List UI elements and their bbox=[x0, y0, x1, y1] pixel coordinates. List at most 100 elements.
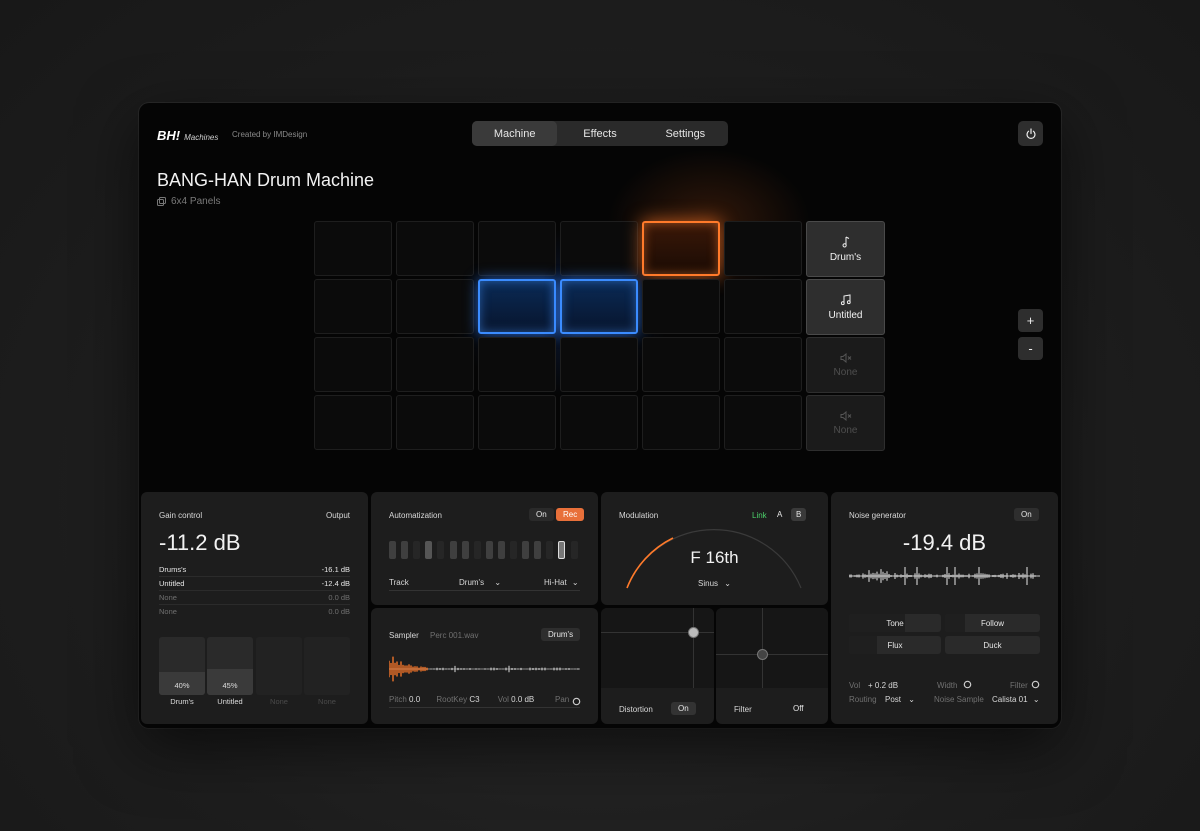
step-15[interactable] bbox=[558, 541, 566, 559]
tab-machine[interactable]: Machine bbox=[472, 121, 558, 146]
rootkey-value[interactable]: C3 bbox=[469, 695, 479, 704]
pad-r1-c2[interactable] bbox=[396, 221, 474, 276]
step-6[interactable] bbox=[449, 541, 457, 559]
pad-r3-c3[interactable] bbox=[478, 337, 556, 392]
pan-knob-icon[interactable] bbox=[572, 697, 581, 706]
step-14[interactable] bbox=[546, 541, 554, 559]
noise-vol-value[interactable]: + 0.2 dB bbox=[868, 681, 898, 690]
pad-r1-c5[interactable] bbox=[642, 221, 720, 276]
automation-on-toggle[interactable]: On bbox=[529, 508, 554, 521]
fader-untitled[interactable]: 45% bbox=[207, 637, 253, 695]
track-button-none-1[interactable]: None bbox=[806, 337, 885, 393]
sampler-track-button[interactable]: Drum's bbox=[541, 628, 581, 641]
pad-r2-c6[interactable] bbox=[724, 279, 802, 334]
routing-value: Post bbox=[885, 695, 902, 704]
distortion-toggle[interactable]: On bbox=[671, 702, 696, 715]
width-knob-icon[interactable] bbox=[963, 680, 972, 689]
pad-r3-c1[interactable] bbox=[314, 337, 392, 392]
track-select[interactable]: Drum's ⌄ bbox=[459, 578, 501, 587]
pad-r2-c3[interactable] bbox=[478, 279, 556, 334]
sampler-panel: Sampler Perc 001.wav Drum's Pitch 0.0 Ro… bbox=[371, 608, 598, 724]
step-7[interactable] bbox=[461, 541, 469, 559]
pitch-value[interactable]: 0.0 bbox=[409, 695, 420, 704]
automation-title: Automatization bbox=[389, 511, 442, 520]
step-3[interactable] bbox=[413, 541, 421, 559]
pad-r1-c6[interactable] bbox=[724, 221, 802, 276]
noise-title: Noise generator bbox=[849, 511, 906, 520]
step-10[interactable] bbox=[497, 541, 505, 559]
track-button-drums[interactable]: Drum's bbox=[806, 221, 885, 277]
pad-r2-c5[interactable] bbox=[642, 279, 720, 334]
step-13[interactable] bbox=[534, 541, 542, 559]
tone-button[interactable]: Tone bbox=[849, 614, 941, 632]
instrument-select[interactable]: Hi-Hat ⌄ bbox=[544, 578, 579, 587]
pad-r3-c2[interactable] bbox=[396, 337, 474, 392]
track-label: Track bbox=[389, 578, 409, 587]
follow-button[interactable]: Follow bbox=[945, 614, 1040, 632]
zoom-in-button[interactable]: + bbox=[1018, 309, 1043, 332]
pad-r4-c2[interactable] bbox=[396, 395, 474, 450]
rec-button[interactable]: Rec bbox=[556, 508, 585, 521]
pad-r2-c1[interactable] bbox=[314, 279, 392, 334]
xy-handle[interactable] bbox=[757, 649, 768, 660]
noise-sample-select[interactable]: Calista 01 ⌄ bbox=[992, 695, 1040, 704]
fader-none-1[interactable] bbox=[256, 637, 302, 695]
zoom-out-button[interactable]: - bbox=[1018, 337, 1043, 360]
pad-r3-c6[interactable] bbox=[724, 337, 802, 392]
step-1[interactable] bbox=[389, 541, 396, 559]
pad-r4-c5[interactable] bbox=[642, 395, 720, 450]
xy-v-line bbox=[762, 608, 763, 688]
pad-r2-c2[interactable] bbox=[396, 279, 474, 334]
pad-r1-c3[interactable] bbox=[478, 221, 556, 276]
chevron-down-icon: ⌄ bbox=[571, 578, 579, 587]
flux-button[interactable]: Flux bbox=[849, 636, 941, 654]
pad-r4-c1[interactable] bbox=[314, 395, 392, 450]
filter-knob-icon[interactable] bbox=[1031, 680, 1040, 689]
pad-r4-c6[interactable] bbox=[724, 395, 802, 450]
pad-r4-c3[interactable] bbox=[478, 395, 556, 450]
fader-none-2[interactable] bbox=[304, 637, 350, 695]
step-2[interactable] bbox=[401, 541, 409, 559]
track-label: None bbox=[833, 366, 858, 378]
pad-r3-c5[interactable] bbox=[642, 337, 720, 392]
sampler-vol-value[interactable]: 0.0 dB bbox=[511, 695, 534, 704]
track-button-untitled[interactable]: Untitled bbox=[806, 279, 885, 335]
step-9[interactable] bbox=[485, 541, 493, 559]
pad-r1-c4[interactable] bbox=[560, 221, 638, 276]
distortion-xy-pad[interactable] bbox=[601, 608, 714, 688]
copy-icon bbox=[157, 197, 166, 206]
filter-xy-pad[interactable] bbox=[716, 608, 828, 688]
tab-settings[interactable]: Settings bbox=[643, 121, 728, 146]
noise-vol-label: Vol bbox=[849, 681, 861, 690]
power-button[interactable] bbox=[1018, 121, 1043, 146]
sampler-file: Perc 001.wav bbox=[430, 631, 479, 640]
xy-handle[interactable] bbox=[688, 627, 699, 638]
routing-select[interactable]: Post ⌄ bbox=[885, 695, 915, 704]
noise-sample-label: Noise Sample bbox=[934, 695, 984, 704]
pad-r2-c4[interactable] bbox=[560, 279, 638, 334]
pad-r1-c1[interactable] bbox=[314, 221, 392, 276]
noise-value: -19.4 dB bbox=[902, 530, 987, 555]
step-16[interactable] bbox=[570, 541, 578, 559]
xy-v-line bbox=[693, 608, 694, 688]
wave-select[interactable]: Sinus ⌄ bbox=[601, 579, 828, 588]
filter-panel: Filter Off bbox=[716, 608, 828, 724]
track-label: Drum's bbox=[829, 251, 862, 263]
duck-button[interactable]: Duck bbox=[945, 636, 1040, 654]
fader-name: Drum's bbox=[170, 697, 194, 706]
step-5[interactable] bbox=[437, 541, 445, 559]
filter-toggle[interactable]: Off bbox=[786, 702, 811, 715]
step-12[interactable] bbox=[522, 541, 530, 559]
gain-row-value: -16.1 dB bbox=[321, 565, 350, 574]
step-4[interactable] bbox=[425, 541, 433, 559]
step-8[interactable] bbox=[473, 541, 481, 559]
fader-drums[interactable]: 40% bbox=[159, 637, 205, 695]
pad-r3-c4[interactable] bbox=[560, 337, 638, 392]
step-11[interactable] bbox=[510, 541, 517, 559]
tab-effects[interactable]: Effects bbox=[557, 121, 642, 146]
chevron-down-icon: ⌄ bbox=[494, 578, 502, 587]
pad-r4-c4[interactable] bbox=[560, 395, 638, 450]
track-button-none-2[interactable]: None bbox=[806, 395, 885, 451]
panel-count: 6x4 Panels bbox=[157, 196, 220, 207]
noise-on-toggle[interactable]: On bbox=[1014, 508, 1039, 521]
